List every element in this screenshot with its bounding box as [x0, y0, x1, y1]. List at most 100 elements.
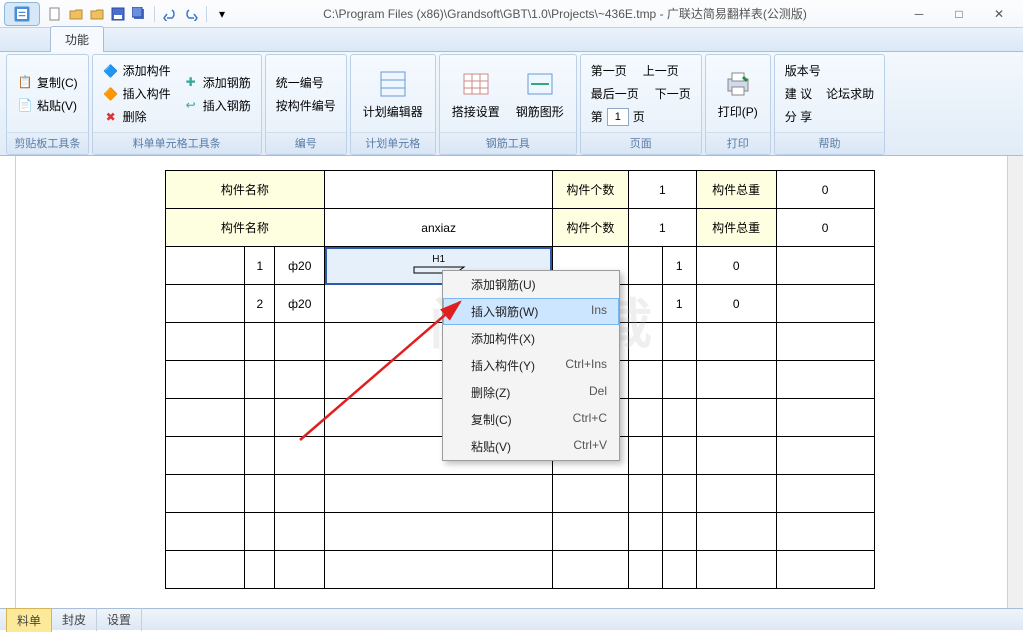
weight-header[interactable]: 构件总重: [696, 209, 776, 247]
version-button[interactable]: 版本号: [781, 60, 878, 81]
cell[interactable]: [628, 247, 662, 285]
ribbon: 📋复制(C) 📄粘贴(V) 剪贴板工具条 🔷添加构件 🔶插入构件 ✖删除 ✚添加…: [0, 52, 1023, 156]
cell[interactable]: 0: [696, 247, 776, 285]
cell[interactable]: ф20: [275, 285, 325, 323]
cell[interactable]: 0: [776, 171, 874, 209]
undo-icon[interactable]: [161, 5, 179, 23]
print-icon: [722, 68, 754, 100]
cell[interactable]: [776, 285, 874, 323]
paste-button[interactable]: 📄粘贴(V): [13, 95, 82, 116]
cell[interactable]: [165, 285, 245, 323]
cell[interactable]: 0: [696, 285, 776, 323]
next-page-button[interactable]: 下一页: [651, 83, 695, 104]
ctx-add-component[interactable]: 添加构件(X): [443, 325, 619, 352]
ctx-add-rebar[interactable]: 添加钢筋(U): [443, 271, 619, 298]
add-rebar-icon: ✚: [183, 74, 199, 90]
scrollbar-vertical[interactable]: [1007, 156, 1023, 608]
ctx-insert-rebar[interactable]: 插入钢筋(W)Ins: [443, 298, 619, 325]
plan-editor-button[interactable]: 计划编辑器: [357, 64, 429, 124]
ins-rebar-icon: ↩: [183, 97, 199, 113]
app-icon[interactable]: [4, 2, 40, 26]
prev-page-button[interactable]: 上一页: [639, 60, 683, 81]
insert-rebar-button[interactable]: ↩插入钢筋: [179, 95, 255, 116]
group-rebar-label: 钢筋工具: [440, 132, 576, 154]
unify-number-button[interactable]: 统一编号: [272, 72, 340, 93]
rebar-shape-button[interactable]: 钢筋图形: [510, 64, 570, 124]
ctx-copy[interactable]: 复制(C)Ctrl+C: [443, 406, 619, 433]
group-plan: 计划编辑器 计划单元格: [350, 54, 436, 155]
insert-component-button[interactable]: 🔶插入构件: [99, 83, 175, 104]
group-number-label: 编号: [266, 132, 346, 154]
minimize-button[interactable]: ─: [899, 2, 939, 26]
btab-sheet[interactable]: 料单: [6, 608, 52, 632]
new-icon[interactable]: [46, 5, 64, 23]
cell[interactable]: ф20: [275, 247, 325, 285]
ctx-insert-component[interactable]: 插入构件(Y)Ctrl+Ins: [443, 352, 619, 379]
group-rebar: 搭接设置 钢筋图形 钢筋工具: [439, 54, 577, 155]
cell[interactable]: [628, 285, 662, 323]
open-icon[interactable]: [67, 5, 85, 23]
splice-button[interactable]: 搭接设置: [446, 64, 506, 124]
forum-button[interactable]: 论坛求助: [822, 83, 878, 104]
delete-icon: ✖: [103, 109, 119, 125]
table-row: [165, 551, 874, 589]
group-print-label: 打印: [706, 132, 770, 154]
page-input[interactable]: [607, 108, 629, 126]
btab-cover[interactable]: 封皮: [52, 608, 97, 631]
group-page-label: 页面: [581, 132, 701, 154]
group-help-label: 帮助: [775, 132, 884, 154]
cell[interactable]: 1: [662, 285, 696, 323]
bottom-tabs: 料单 封皮 设置: [0, 608, 1023, 630]
cell[interactable]: 2: [245, 285, 275, 323]
delete-button[interactable]: ✖删除: [99, 106, 175, 127]
page-ye: 页: [633, 108, 645, 125]
qat-dropdown-icon[interactable]: ▾: [213, 5, 231, 23]
table-row: [165, 513, 874, 551]
paste-icon: 📄: [17, 97, 33, 113]
tab-functions[interactable]: 功能: [50, 26, 104, 52]
open2-icon[interactable]: [88, 5, 106, 23]
name-header[interactable]: 构件名称: [165, 209, 325, 247]
cell[interactable]: [165, 247, 245, 285]
ctx-delete[interactable]: 删除(Z)Del: [443, 379, 619, 406]
ctx-paste[interactable]: 粘贴(V)Ctrl+V: [443, 433, 619, 460]
ribbon-tabstrip: 功能: [0, 28, 1023, 52]
cell[interactable]: 1: [628, 209, 696, 247]
page-di: 第: [591, 108, 603, 125]
suggest-button[interactable]: 建 议: [781, 83, 816, 104]
last-page-button[interactable]: 最后一页: [587, 83, 643, 104]
redo-icon[interactable]: [182, 5, 200, 23]
add-component-button[interactable]: 🔷添加构件: [99, 60, 175, 81]
cell[interactable]: [325, 171, 553, 209]
maximize-button[interactable]: □: [939, 2, 979, 26]
cell[interactable]: 1: [662, 247, 696, 285]
add-rebar-button[interactable]: ✚添加钢筋: [179, 72, 255, 93]
add-comp-icon: 🔷: [103, 63, 119, 79]
cell[interactable]: 1: [628, 171, 696, 209]
cell[interactable]: anxiaz: [325, 209, 553, 247]
save-icon[interactable]: [109, 5, 127, 23]
first-page-button[interactable]: 第一页: [587, 60, 631, 81]
rebar-shape-icon: [524, 68, 556, 100]
group-cell-label: 料单单元格工具条: [93, 132, 261, 154]
group-number: 统一编号 按构件编号 编号: [265, 54, 347, 155]
share-button[interactable]: 分 享: [781, 106, 878, 127]
close-button[interactable]: ✕: [979, 2, 1019, 26]
cell[interactable]: [776, 247, 874, 285]
ins-comp-icon: 🔶: [103, 86, 119, 102]
count-header[interactable]: 构件个数: [552, 171, 628, 209]
count-header[interactable]: 构件个数: [552, 209, 628, 247]
saveall-icon[interactable]: [130, 5, 148, 23]
copy-button[interactable]: 📋复制(C): [13, 72, 82, 93]
group-page: 第一页 上一页 最后一页 下一页 第 页 页面: [580, 54, 702, 155]
splice-icon: [460, 68, 492, 100]
by-component-number-button[interactable]: 按构件编号: [272, 95, 340, 116]
name-header[interactable]: 构件名称: [165, 171, 325, 209]
cell[interactable]: 1: [245, 247, 275, 285]
print-button[interactable]: 打印(P): [712, 64, 764, 124]
table-row: 构件名称 anxiaz 构件个数 1 构件总重 0: [165, 209, 874, 247]
cell[interactable]: 0: [776, 209, 874, 247]
ruler-vertical: [0, 156, 16, 608]
weight-header[interactable]: 构件总重: [696, 171, 776, 209]
btab-settings[interactable]: 设置: [97, 608, 142, 631]
